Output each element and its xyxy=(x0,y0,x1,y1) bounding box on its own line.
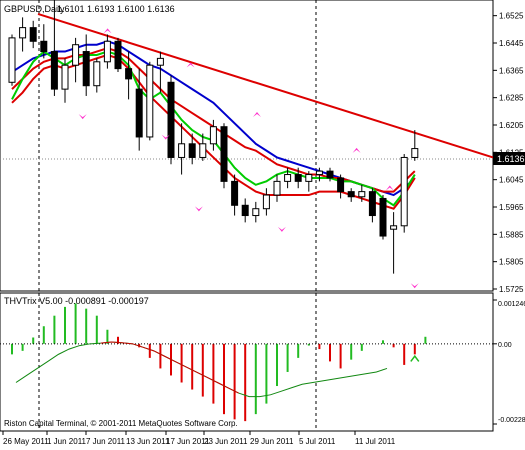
bull-candle-body xyxy=(284,174,292,182)
price-tick-label: 1.6285 xyxy=(499,94,524,103)
price-tick-label: 1.6365 xyxy=(499,66,524,75)
price-tick-label: 1.6205 xyxy=(499,121,524,130)
bull-candle-body xyxy=(19,27,27,39)
bear-candle-body xyxy=(368,191,376,217)
bull-candle-body xyxy=(178,143,186,158)
bear-candle-body xyxy=(40,40,48,53)
bull-candle-body xyxy=(61,64,69,90)
bear-candle-body xyxy=(50,51,58,90)
candle xyxy=(167,75,175,165)
time-axis[interactable]: 26 May 20111 Jun 2011 7 Jun 2011 13 Jun 20… xyxy=(2,431,396,446)
bear-candle-body xyxy=(135,88,143,138)
price-tick-label: 1.5885 xyxy=(499,230,524,239)
bear-candle-body xyxy=(220,126,228,182)
indicator-tick-label: -0.00228 xyxy=(498,417,525,424)
time-tick-label: 29 Jun 2011 xyxy=(250,437,294,446)
bear-candle-body xyxy=(29,27,37,42)
bear-candle-body xyxy=(188,143,196,158)
bull-candle-body xyxy=(390,225,398,230)
bear-candle-body xyxy=(241,204,249,217)
bear-candle-body xyxy=(347,191,355,198)
bear-candle-body xyxy=(125,68,133,80)
trading-chart[interactable]: GBPUSD,Daily 1.6101 1.6193 1.6100 1.6136… xyxy=(0,0,525,450)
price-tick-label: 1.5725 xyxy=(499,285,524,294)
indicator-axis[interactable]: 0.001246 0.00 -0.00228 xyxy=(493,299,525,425)
bear-candle-body xyxy=(231,180,239,206)
time-tick-label: 1 Jun 2011 xyxy=(47,437,87,446)
candle xyxy=(114,37,122,73)
candle xyxy=(8,34,16,86)
bull-candle-body xyxy=(315,170,323,176)
bull-candle-body xyxy=(93,61,101,87)
indicator-title: THVTrix V5.00 -0.000891 -0.000197 xyxy=(4,296,149,306)
indicator-panel[interactable]: THVTrix V5.00 -0.000891 -0.000197 Riston… xyxy=(0,292,525,432)
bear-candle-body xyxy=(294,174,302,182)
price-panel[interactable]: GBPUSD,Daily 1.6101 1.6193 1.6100 1.6136… xyxy=(0,0,525,294)
bull-candle-body xyxy=(273,180,281,196)
indicator-tick-label: 0.00 xyxy=(498,342,512,349)
bear-candle-body xyxy=(114,40,122,70)
bull-candle-body xyxy=(72,44,80,66)
bull-candle-body xyxy=(358,191,366,198)
time-tick-label: 11 Jul 2011 xyxy=(355,437,396,446)
bull-candle-body xyxy=(209,126,217,145)
price-tick-label: 1.6525 xyxy=(499,12,524,21)
bear-candle-body xyxy=(337,177,345,193)
candle xyxy=(400,154,408,233)
bull-candle-body xyxy=(156,57,164,66)
bull-candle-body xyxy=(411,148,419,158)
bull-candle-body xyxy=(400,156,408,227)
time-tick-label: 13 Jun 2011 xyxy=(126,437,170,446)
bull-candle-body xyxy=(262,194,270,210)
bull-candle-body xyxy=(252,208,260,217)
candle xyxy=(379,195,387,240)
symbol-title: GBPUSD,Daily xyxy=(4,4,65,14)
bull-candle-body xyxy=(146,64,154,138)
indicator-tick-label: 0.001246 xyxy=(498,301,525,308)
ohlc-readout: 1.6101 1.6193 1.6100 1.6136 xyxy=(57,4,175,14)
bull-candle-body xyxy=(305,174,313,182)
candle xyxy=(146,61,154,141)
price-tick-label: 1.5805 xyxy=(499,258,524,267)
bear-candle-body xyxy=(326,170,334,179)
price-tick-label: 1.6045 xyxy=(499,176,524,185)
time-tick-label: 23 Jun 2011 xyxy=(204,437,248,446)
price-label: 1.6136 xyxy=(497,154,525,164)
time-tick-label: 26 May 2011 xyxy=(3,437,49,446)
price-tick-label: 1.6445 xyxy=(499,39,524,48)
bull-candle-body xyxy=(8,37,16,83)
candle xyxy=(220,123,228,189)
copyright-footer: Riston Capital Terminal, © 2001-2011 Met… xyxy=(4,419,238,428)
price-tick-label: 1.5965 xyxy=(499,203,524,212)
bear-candle-body xyxy=(82,51,90,87)
bull-candle-body xyxy=(199,143,207,158)
bear-candle-body xyxy=(379,197,387,237)
time-tick-label: 7 Jun 2011 xyxy=(86,437,126,446)
time-tick-label: 5 Jul 2011 xyxy=(299,437,336,446)
bear-candle-body xyxy=(167,81,175,158)
bull-candle-body xyxy=(103,40,111,63)
